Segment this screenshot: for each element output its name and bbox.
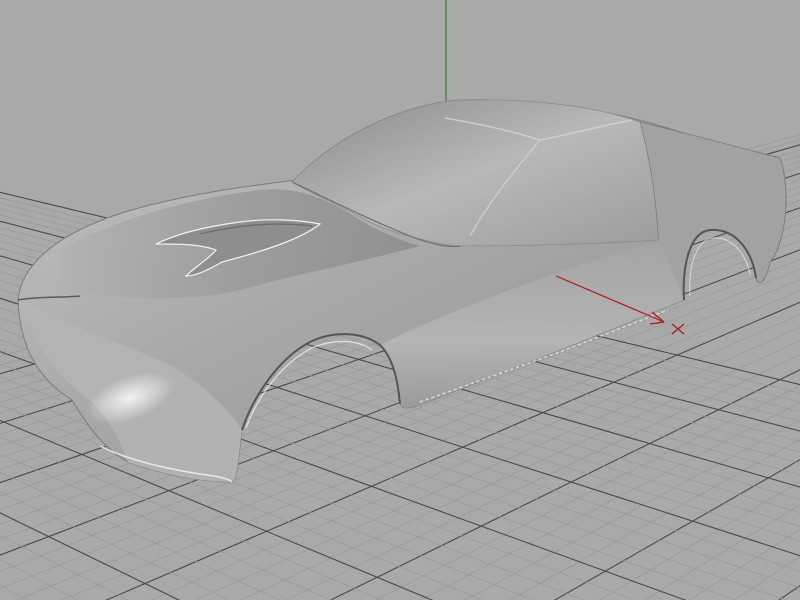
3d-viewport[interactable] (0, 0, 800, 600)
viewport-canvas[interactable] (0, 0, 800, 600)
